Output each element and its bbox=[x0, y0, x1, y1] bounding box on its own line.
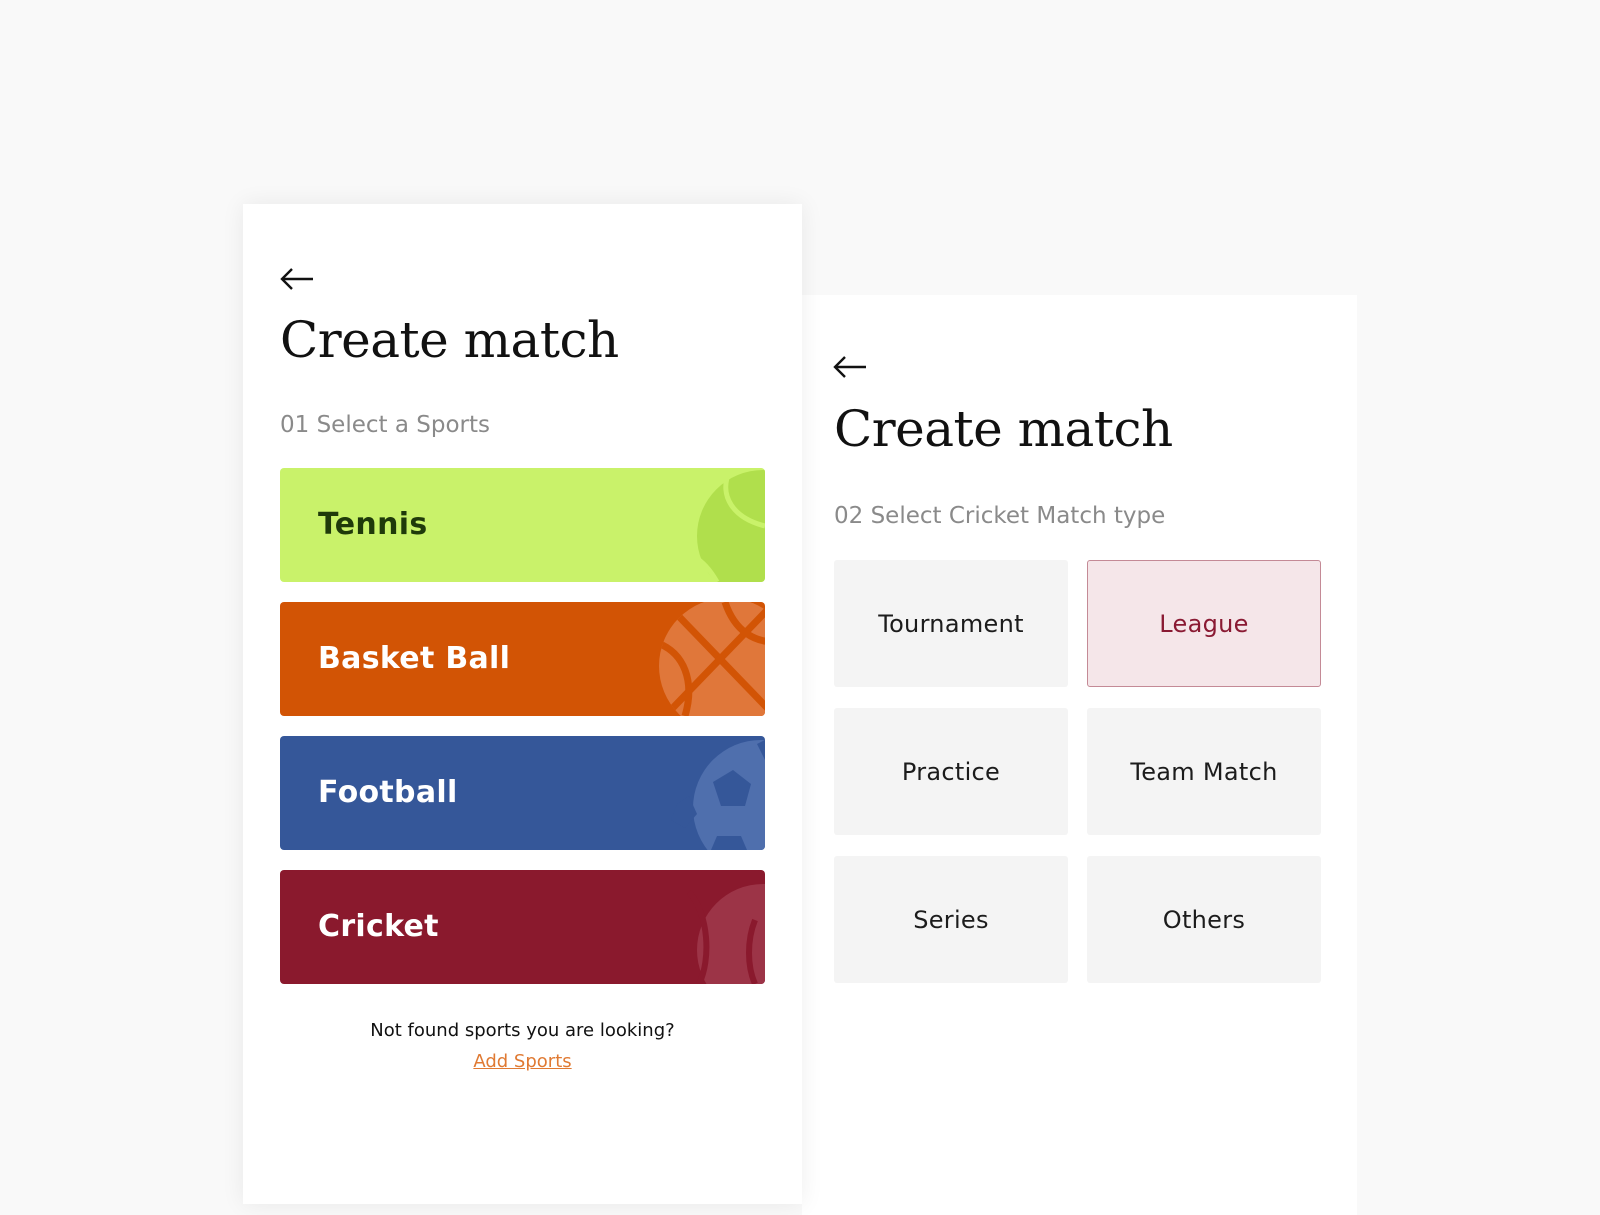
sport-card-tennis[interactable]: Tennis bbox=[280, 468, 765, 582]
sport-label: Football bbox=[318, 775, 458, 810]
sport-card-football[interactable]: Football bbox=[280, 736, 765, 850]
match-type-others[interactable]: Others bbox=[1087, 856, 1321, 983]
back-arrow-icon[interactable] bbox=[280, 267, 314, 291]
football-icon bbox=[655, 736, 765, 850]
step-label: 01 Select a Sports bbox=[280, 412, 490, 438]
basketball-icon bbox=[655, 602, 765, 716]
sport-label: Basket Ball bbox=[318, 641, 511, 676]
match-type-team-match[interactable]: Team Match bbox=[1087, 708, 1321, 835]
select-match-type-screen: Create match 02 Select Cricket Match typ… bbox=[802, 295, 1357, 1215]
sport-label: Cricket bbox=[318, 909, 439, 944]
sport-label: Tennis bbox=[318, 507, 428, 542]
match-type-practice[interactable]: Practice bbox=[834, 708, 1068, 835]
match-type-tournament[interactable]: Tournament bbox=[834, 560, 1068, 687]
step-label: 02 Select Cricket Match type bbox=[834, 503, 1166, 529]
match-type-league[interactable]: League bbox=[1087, 560, 1321, 687]
sport-card-basketball[interactable]: Basket Ball bbox=[280, 602, 765, 716]
page-title: Create match bbox=[834, 400, 1173, 458]
cricket-ball-icon bbox=[655, 870, 765, 984]
select-sport-screen: Create match 01 Select a Sports Tennis B… bbox=[243, 204, 802, 1204]
page-title: Create match bbox=[280, 311, 619, 369]
tennis-ball-icon bbox=[655, 468, 765, 582]
sport-card-cricket[interactable]: Cricket bbox=[280, 870, 765, 984]
add-sports-container: Add Sports bbox=[243, 1051, 802, 1072]
back-arrow-icon[interactable] bbox=[833, 355, 867, 379]
not-found-text: Not found sports you are looking? bbox=[370, 1020, 675, 1041]
sport-list: Tennis Basket Ball Football Cricket bbox=[280, 468, 765, 1004]
match-type-series[interactable]: Series bbox=[834, 856, 1068, 983]
add-sports-link[interactable]: Add Sports bbox=[473, 1051, 571, 1072]
